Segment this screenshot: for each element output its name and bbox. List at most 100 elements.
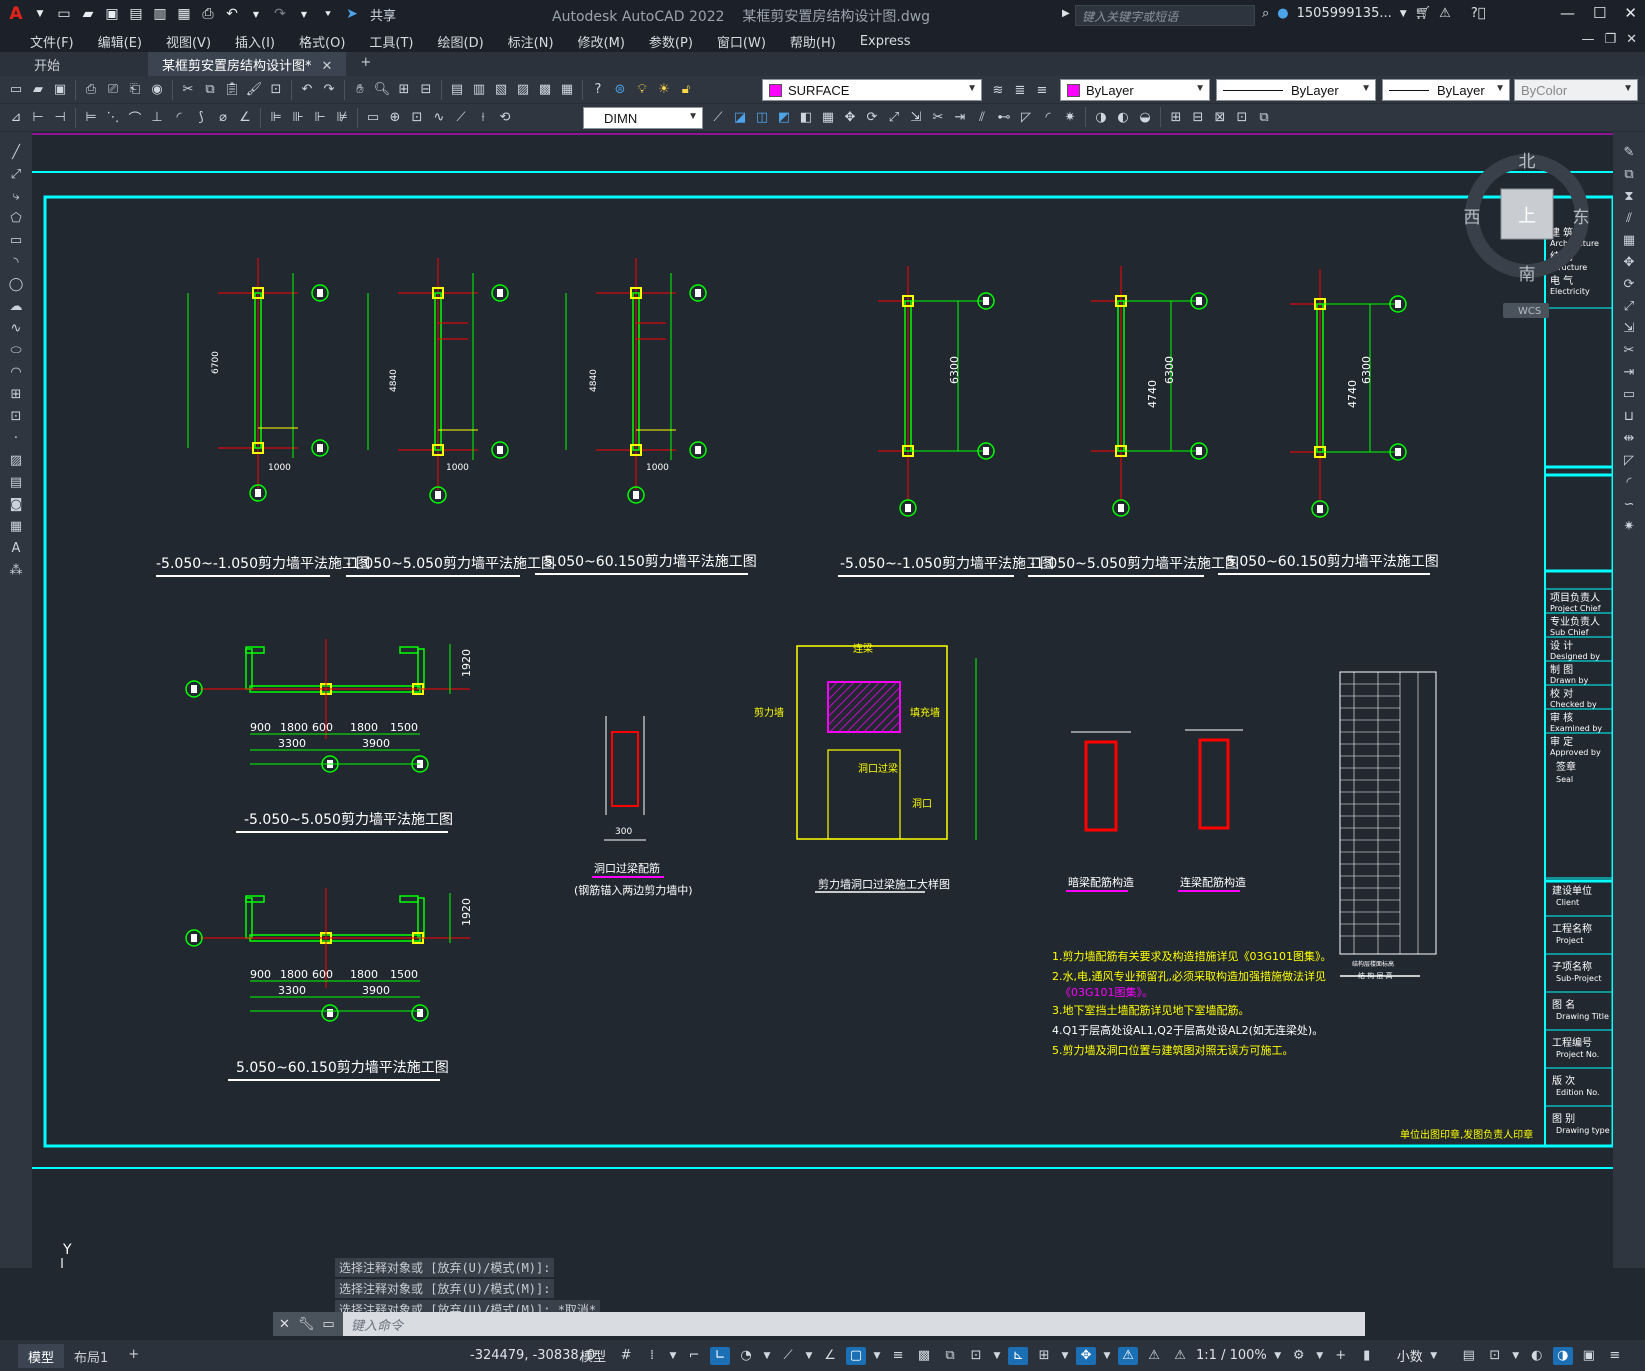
snap-dropdown-icon[interactable]: ▼ bbox=[668, 1347, 678, 1365]
lineweight-icon[interactable]: ≡ bbox=[888, 1347, 908, 1365]
layer-dropdown-icon[interactable]: ⊜ bbox=[610, 80, 630, 100]
saveas-icon[interactable]: ▤ bbox=[126, 4, 146, 24]
plot-preview-icon[interactable]: ⎚ bbox=[103, 80, 123, 100]
autodesk-account-icon[interactable]: ⚠︎ bbox=[1439, 6, 1451, 21]
new-icon[interactable]: ▭ bbox=[6, 80, 26, 100]
copy-icon[interactable]: ⧉ bbox=[200, 80, 220, 100]
doc-restore-icon[interactable]: ❐ bbox=[1604, 32, 1616, 47]
mirror-icon[interactable]: ⧗ bbox=[1619, 188, 1639, 206]
linetype-select[interactable]: ByLayer ▼ bbox=[1216, 79, 1376, 101]
infer-icon[interactable]: ⌐ bbox=[684, 1347, 704, 1365]
break-point-icon[interactable]: ▭ bbox=[1619, 386, 1639, 404]
search-expand-icon[interactable]: ▶ bbox=[1062, 8, 1070, 19]
cursor-coordinates[interactable]: -324479, -30838, 0 bbox=[470, 1348, 595, 1363]
command-line[interactable]: ✕ 🔧︎ ▭ 键入命令 bbox=[273, 1312, 1365, 1336]
layer-on-icon[interactable]: 💡︎ bbox=[632, 80, 652, 100]
dim-style-icon[interactable]: ⟋ bbox=[708, 107, 728, 127]
scale-icon[interactable]: ⤢ bbox=[884, 107, 904, 127]
annotation-monitor-icon[interactable]: + bbox=[1331, 1347, 1351, 1365]
pan-icon[interactable]: ✋︎ bbox=[350, 80, 370, 100]
ellipse-icon[interactable]: ⬭ bbox=[6, 342, 26, 360]
publish-icon[interactable]: ⎗ bbox=[125, 80, 145, 100]
menu-tools[interactable]: 工具(T) bbox=[357, 32, 425, 51]
array-icon[interactable]: ▦ bbox=[818, 107, 838, 127]
lead-front-icon[interactable]: ⊠ bbox=[1210, 107, 1230, 127]
osnap-dropdown-icon[interactable]: ▼ bbox=[872, 1347, 882, 1365]
doc-close-icon[interactable]: ✕ bbox=[1626, 32, 1637, 47]
construction-line-icon[interactable]: ⤢ bbox=[6, 166, 26, 184]
menu-view[interactable]: 视图(V) bbox=[154, 32, 223, 51]
ortho-icon[interactable]: ∟ bbox=[710, 1346, 731, 1365]
mtext-icon[interactable]: A bbox=[6, 540, 26, 558]
quick-properties-icon[interactable]: ▤ bbox=[1459, 1347, 1479, 1365]
matchprop-icon[interactable]: 🖌︎ bbox=[244, 80, 264, 100]
command-input[interactable]: 键入命令 bbox=[343, 1315, 403, 1334]
center-mark-icon[interactable]: ⊕ bbox=[385, 108, 405, 128]
autocad-logo-icon[interactable]: A bbox=[6, 4, 26, 24]
undo-icon[interactable]: ↶ bbox=[222, 4, 242, 24]
qdim-icon[interactable]: ⊿ bbox=[6, 108, 26, 128]
viewcube-north[interactable]: 北 bbox=[1519, 152, 1536, 172]
grid-icon[interactable]: # bbox=[616, 1347, 636, 1365]
clean-screen-icon[interactable]: ▣ bbox=[1579, 1347, 1599, 1365]
customization-icon[interactable]: ≡ bbox=[1605, 1347, 1625, 1365]
offset-icon[interactable]: ⫽ bbox=[1619, 210, 1639, 228]
tab-model[interactable]: 模型 bbox=[18, 1343, 65, 1368]
3dosnap-dropdown-icon[interactable]: ▼ bbox=[992, 1347, 1002, 1365]
tab-layout1[interactable]: 布局1 bbox=[64, 1344, 118, 1368]
help-icon[interactable]: ? bbox=[588, 80, 608, 100]
menu-modify[interactable]: 修改(M) bbox=[566, 32, 637, 51]
stretch-icon[interactable]: ⇲ bbox=[1619, 320, 1639, 338]
circle-icon[interactable]: ◯ bbox=[6, 276, 26, 294]
selection-filter-dropdown-icon[interactable]: ▼ bbox=[1060, 1347, 1070, 1365]
web-save-icon[interactable]: ▦ bbox=[174, 4, 194, 24]
move-icon[interactable]: ✥ bbox=[1619, 254, 1639, 272]
menu-insert[interactable]: 插入(I) bbox=[223, 32, 287, 51]
selection-filter-icon[interactable]: ⊞ bbox=[1034, 1347, 1054, 1365]
otrack-icon[interactable]: ∠ bbox=[820, 1347, 840, 1365]
inspect-icon[interactable]: ⊡ bbox=[407, 108, 427, 128]
erase-icon[interactable]: ◪ bbox=[730, 107, 750, 127]
app-menu-chevron-icon[interactable]: ▼ bbox=[30, 4, 50, 24]
3dprint-icon[interactable]: ◉ bbox=[147, 80, 167, 100]
layer-lock-icon[interactable]: 🔓︎ bbox=[676, 80, 696, 100]
lock-ui-dropdown-icon[interactable]: ▼ bbox=[1511, 1347, 1521, 1365]
user-icon[interactable]: ● bbox=[1277, 6, 1288, 21]
rotate-icon[interactable]: ⟳ bbox=[862, 107, 882, 127]
close-icon[interactable]: ✕ bbox=[1624, 4, 1637, 22]
snap-icon[interactable]: ⁞ bbox=[642, 1347, 662, 1365]
workspace-icon[interactable]: ⚙︎ bbox=[1289, 1347, 1309, 1365]
help-icon[interactable]: ?⃝ bbox=[1471, 6, 1486, 21]
polygon-icon[interactable]: ⬠ bbox=[6, 210, 26, 228]
layer-select[interactable]: SURFACE ▼ bbox=[762, 79, 982, 101]
units-icon[interactable]: ▮ bbox=[1357, 1347, 1377, 1365]
mirror-icon[interactable]: ◩ bbox=[774, 107, 794, 127]
web-open-icon[interactable]: ▥ bbox=[150, 4, 170, 24]
transparency-icon[interactable]: ▩ bbox=[914, 1347, 934, 1365]
markup-icon[interactable]: ▩ bbox=[535, 80, 555, 100]
zoom-window-icon[interactable]: ⊞ bbox=[394, 80, 414, 100]
minimize-icon[interactable]: — bbox=[1560, 4, 1575, 22]
lineweight-select[interactable]: ByLayer ▼ bbox=[1382, 79, 1510, 101]
draworder-icon[interactable]: ◑ bbox=[1091, 107, 1111, 127]
extend-icon[interactable]: ⇥ bbox=[950, 107, 970, 127]
paste-icon[interactable]: 📋︎ bbox=[222, 80, 242, 100]
add-layout-button[interactable]: + bbox=[118, 1344, 149, 1368]
lock-ui-icon[interactable]: ⊡ bbox=[1485, 1347, 1505, 1365]
drawing-canvas[interactable]: 900 1800 600 1800 1500 3300 3900 1920 900 1800 600… bbox=[32, 132, 1615, 1317]
hatch-icon[interactable]: ▨ bbox=[6, 452, 26, 470]
sheetset-icon[interactable]: ▨ bbox=[513, 80, 533, 100]
tab-document[interactable]: 某框剪安置房结构设计图* ✕ bbox=[148, 52, 347, 76]
gizmo-icon[interactable]: ✥ bbox=[1076, 1346, 1097, 1365]
arc-icon[interactable]: ◝ bbox=[6, 254, 26, 272]
jogged-linear-icon[interactable]: ∿ bbox=[429, 108, 449, 128]
continue-icon[interactable]: ⊩ bbox=[310, 108, 330, 128]
linear-dim-icon[interactable]: ⊢ bbox=[28, 108, 48, 128]
menu-draw[interactable]: 绘图(D) bbox=[426, 32, 496, 51]
menu-window[interactable]: 窗口(W) bbox=[705, 32, 778, 51]
chamfer-icon[interactable]: ◸ bbox=[1016, 107, 1036, 127]
region-icon[interactable]: ◙ bbox=[6, 496, 26, 514]
viewcube-west[interactable]: 西 bbox=[1464, 208, 1481, 228]
add-selected-icon[interactable]: ⁂ bbox=[6, 562, 26, 580]
quick-dim-icon[interactable]: ⊫ bbox=[266, 108, 286, 128]
